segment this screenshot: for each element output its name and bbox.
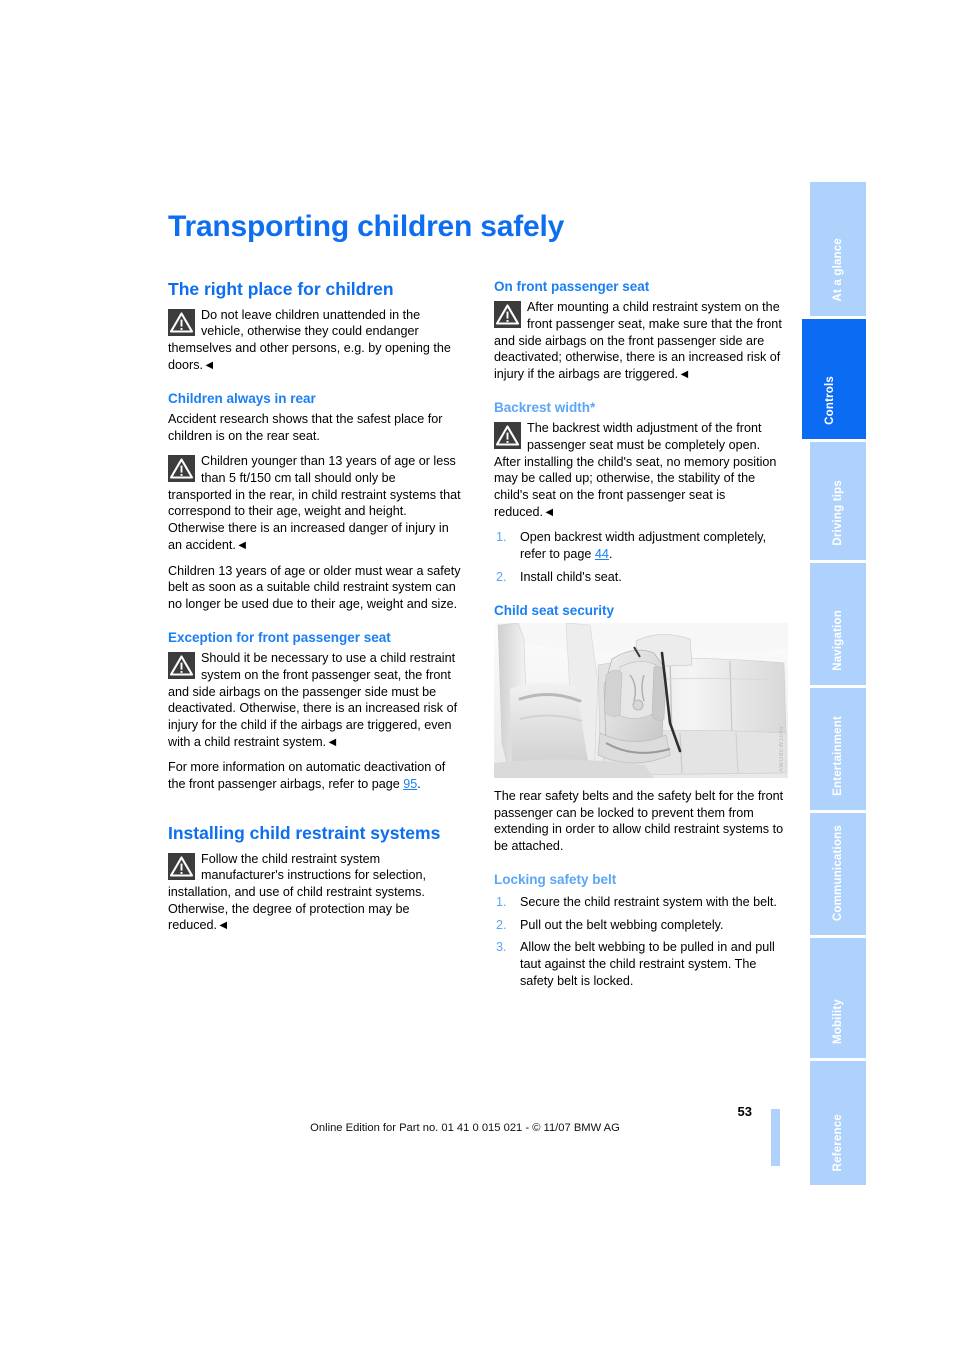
warning-block-unattended: Do not leave children unattended in the … bbox=[168, 307, 462, 374]
warning-triangle-icon bbox=[168, 308, 195, 336]
warning-block-follow-manufacturer: Follow the child restraint system manufa… bbox=[168, 851, 462, 935]
page-footer: 53 Online Edition for Part no. 01 41 0 0… bbox=[168, 1104, 788, 1166]
list-item: Allow the belt webbing to be pulled in a… bbox=[496, 939, 775, 988]
step-text: Install child's seat. bbox=[520, 569, 622, 584]
warning-triangle-icon bbox=[168, 652, 195, 680]
sidebar-tab-at-a-glance[interactable]: At a glance bbox=[810, 182, 866, 316]
paragraph-more-info-deactivation: For more information on automatic deacti… bbox=[168, 759, 462, 792]
locking-safety-belt-steps: Secure the child restraint system with t… bbox=[494, 894, 788, 990]
sidebar-tab-label: Reference bbox=[832, 1113, 844, 1171]
heading-locking-safety-belt: Locking safety belt bbox=[494, 871, 617, 887]
section-tab-rail: At a glance Controls Driving tips Naviga… bbox=[802, 182, 866, 1188]
page-link-95[interactable]: 95 bbox=[403, 777, 417, 791]
figure-watermark: AWOBEW1045 bbox=[779, 725, 785, 772]
sidebar-tab-label: Controls bbox=[824, 376, 836, 425]
step-text: Open backrest width adjustment completel… bbox=[520, 530, 767, 562]
list-item: Secure the child restraint system with t… bbox=[496, 894, 777, 910]
sidebar-tab-label: Navigation bbox=[832, 610, 844, 671]
imprint-line: Online Edition for Part no. 01 41 0 015 … bbox=[310, 1122, 620, 1135]
warning-block-front-passenger-exception: Should it be necessary to use a child re… bbox=[168, 650, 462, 750]
warning-block-backrest-width: The backrest width adjustment of the fro… bbox=[494, 420, 788, 520]
warning-triangle-icon bbox=[168, 852, 195, 880]
heading-exception-front-passenger-seat: Exception for front passenger seat bbox=[168, 629, 391, 645]
warning-text: Do not leave children unattended in the … bbox=[168, 307, 451, 372]
two-column-layout: The right place for children Do not leav… bbox=[168, 279, 788, 999]
warning-text: Follow the child restraint system manufa… bbox=[168, 851, 426, 933]
list-item: Install child's seat. bbox=[494, 569, 788, 586]
sidebar-tab-controls[interactable]: Controls bbox=[802, 319, 866, 439]
sidebar-tab-driving-tips[interactable]: Driving tips bbox=[810, 442, 866, 560]
heading-on-front-passenger-seat: On front passenger seat bbox=[494, 279, 650, 294]
heading-backrest-width: Backrest width* bbox=[494, 399, 596, 415]
warning-text: Children younger than 13 years of age or… bbox=[168, 454, 461, 552]
heading-child-seat-security: Child seat security bbox=[494, 602, 615, 618]
sidebar-tab-entertainment[interactable]: Entertainment bbox=[810, 688, 866, 810]
manual-page: At a glance Controls Driving tips Naviga… bbox=[0, 0, 954, 1350]
footer-edge-bar bbox=[771, 1109, 780, 1166]
page-content: Transporting children safely The right p… bbox=[168, 210, 788, 999]
paragraph-belt-locking-overview: The rear safety belts and the safety bel… bbox=[494, 788, 784, 854]
paragraph-children-13-or-older: Children 13 years of age or older must w… bbox=[168, 563, 461, 612]
warning-triangle-icon bbox=[494, 422, 521, 450]
paragraph-text-tail: . bbox=[417, 777, 421, 792]
warning-triangle-icon bbox=[168, 455, 195, 483]
warning-text: The backrest width adjustment of the fro… bbox=[494, 421, 777, 519]
heading-children-always-in-rear: Children always in rear bbox=[168, 390, 316, 406]
warning-text: Should it be necessary to use a child re… bbox=[168, 651, 458, 749]
sidebar-tab-label: Mobility bbox=[832, 998, 844, 1044]
backrest-width-steps: Open backrest width adjustment completel… bbox=[494, 529, 788, 585]
paragraph-accident-research: Accident research shows that the safest … bbox=[168, 411, 443, 443]
list-item: Pull out the belt webbing completely. bbox=[496, 917, 724, 933]
heading-installing-child-restraint-systems: Installing child restraint systems bbox=[168, 822, 441, 843]
page-title: Transporting children safely bbox=[168, 210, 565, 243]
warning-text: After mounting a child restraint system … bbox=[494, 300, 782, 382]
heading-right-place-for-children: The right place for children bbox=[168, 279, 394, 299]
warning-triangle-icon bbox=[494, 301, 521, 329]
right-column: On front passenger seat After mounting a… bbox=[494, 279, 788, 999]
sidebar-tab-label: Entertainment bbox=[832, 716, 844, 796]
sidebar-tab-label: At a glance bbox=[832, 238, 844, 302]
warning-block-children-under-13: Children younger than 13 years of age or… bbox=[168, 453, 462, 553]
sidebar-tab-navigation[interactable]: Navigation bbox=[810, 563, 866, 685]
sidebar-tab-reference[interactable]: Reference bbox=[810, 1061, 866, 1185]
page-number: 53 bbox=[737, 1104, 752, 1119]
sidebar-tab-mobility[interactable]: Mobility bbox=[810, 938, 866, 1058]
sidebar-tab-communications[interactable]: Communications bbox=[810, 813, 866, 935]
list-item: Open backrest width adjustment completel… bbox=[494, 529, 788, 562]
figure-rear-seat-child-restraint: AWOBEW1045 bbox=[494, 622, 788, 778]
warning-block-after-mounting: After mounting a child restraint system … bbox=[494, 299, 788, 383]
page-link-44[interactable]: 44 bbox=[595, 547, 609, 561]
step-text-tail: . bbox=[608, 547, 613, 562]
left-column: The right place for children Do not leav… bbox=[168, 279, 462, 943]
sidebar-tab-label: Communications bbox=[832, 824, 844, 921]
sidebar-tab-label: Driving tips bbox=[832, 480, 844, 546]
